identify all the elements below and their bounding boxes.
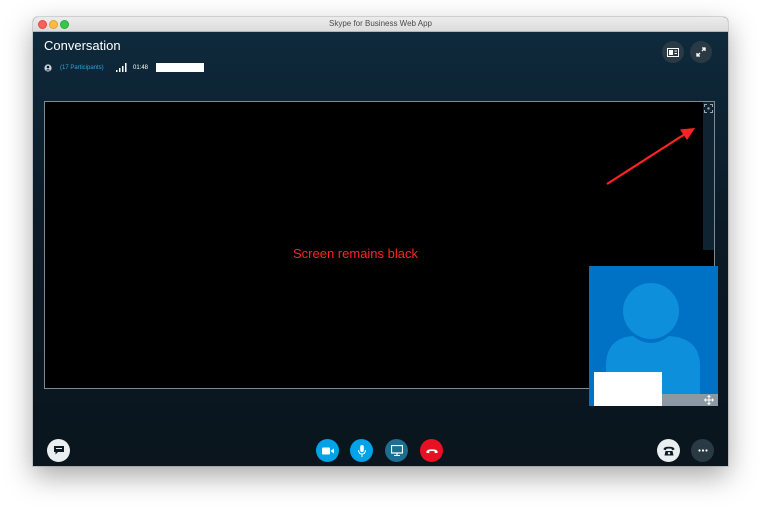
page-title: Conversation: [44, 38, 121, 53]
fullscreen-icon: [696, 47, 706, 57]
move-icon[interactable]: [704, 395, 714, 405]
window-title: Skype for Business Web App: [328, 19, 433, 28]
video-button[interactable]: [316, 439, 339, 462]
annotation-text: Screen remains black: [293, 246, 418, 261]
participants-link[interactable]: (17 Participants): [60, 65, 104, 71]
present-button[interactable]: [385, 439, 408, 462]
window-titlebar: Skype for Business Web App: [33, 17, 728, 32]
hang-up-button[interactable]: [420, 439, 443, 462]
call-duration: 01:48: [133, 65, 149, 71]
self-name-label: [594, 372, 662, 406]
phone-icon: [663, 446, 674, 455]
more-options-icon: [697, 449, 708, 452]
participants-icon[interactable]: [44, 64, 52, 72]
signal-strength-icon: [116, 63, 127, 72]
dial-pad-button[interactable]: [657, 439, 680, 462]
hang-up-icon: [425, 448, 438, 453]
app-window: Skype for Business Web App Conversation …: [33, 17, 728, 466]
video-camera-icon: [321, 447, 334, 454]
microphone-icon: [357, 444, 366, 457]
self-video-preview[interactable]: [589, 266, 718, 406]
microphone-button[interactable]: [350, 439, 373, 462]
layout-icon: [667, 47, 679, 57]
focus-icon[interactable]: [704, 104, 713, 113]
more-options-button[interactable]: [691, 439, 714, 462]
conversation-view: Conversation (17 Participants) 01:48 Scr…: [33, 32, 728, 466]
layout-button[interactable]: [662, 41, 684, 63]
redacted-name: [156, 63, 204, 72]
present-screen-icon: [390, 445, 403, 456]
chat-button[interactable]: [47, 439, 70, 462]
stage-side-strip: [703, 102, 714, 250]
fullscreen-button[interactable]: [690, 41, 712, 63]
chat-icon: [53, 446, 64, 455]
